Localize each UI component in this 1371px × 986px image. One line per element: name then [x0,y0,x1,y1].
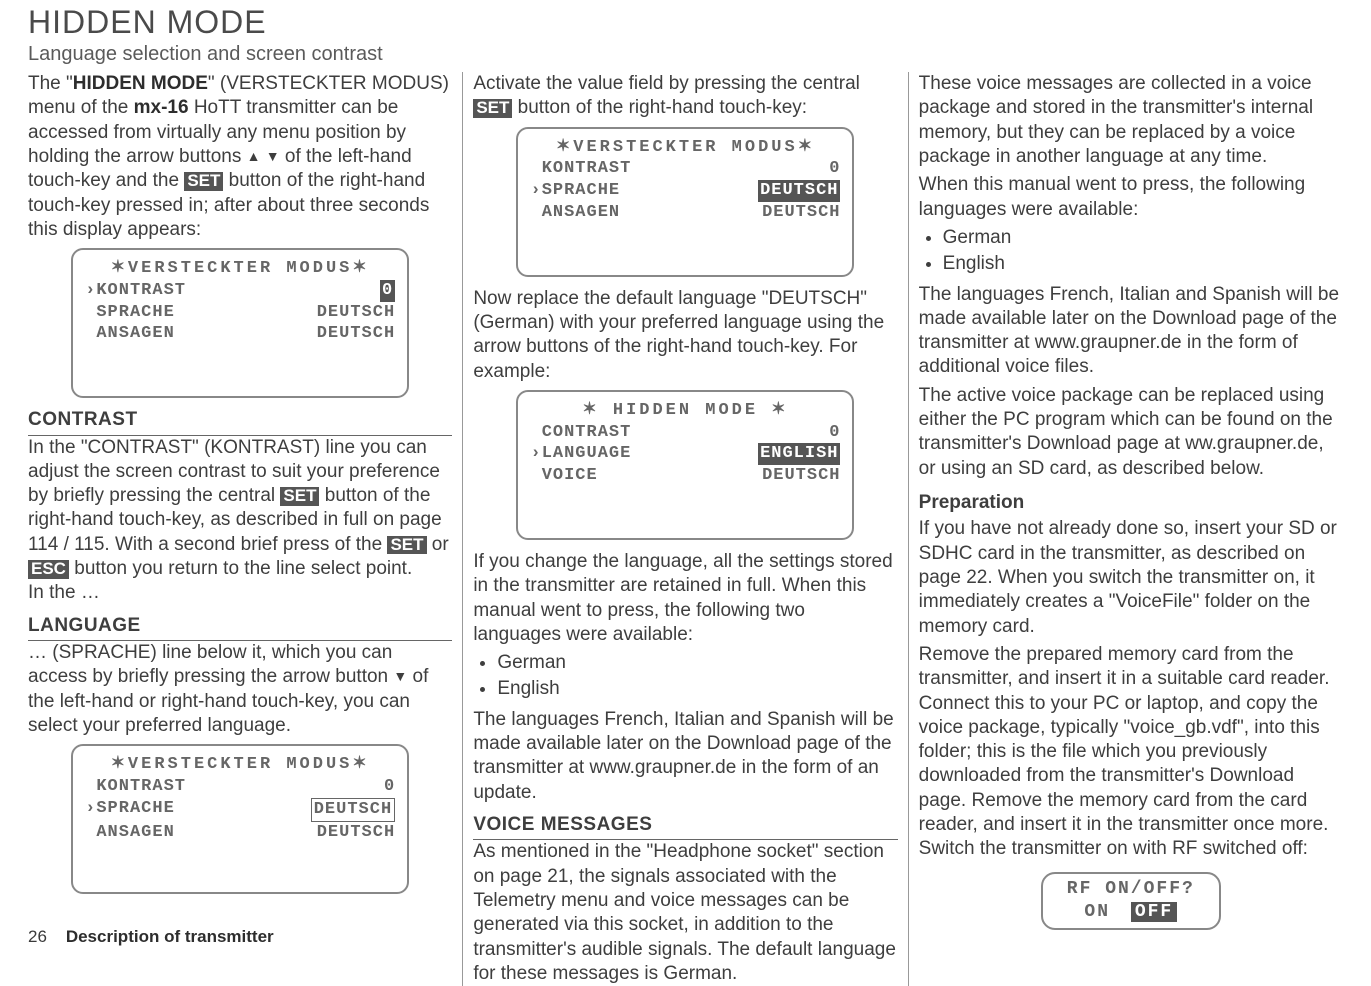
set-key-icon: SET [473,99,512,118]
rf-dialog: RF ON/OFF? ON OFF [1041,872,1221,930]
paragraph: Activate the value field by pressing the… [473,72,897,121]
lcd-screen-2: ✶VERSTECKTER MODUS✶ KONTRAST 0 ›SPRACHE DE… [71,744,409,894]
text: … (SPRACHE) line below it, which you can… [28,642,393,687]
paragraph: The active voice package can be replaced… [919,384,1343,481]
paragraph: These voice messages are collected in a … [919,72,1343,169]
text: Activate the value field by pressing the… [473,73,860,94]
text: In the … [28,581,452,605]
column-1: The "HIDDEN MODE" (VERSTECKTER MODUS) me… [28,72,462,986]
language-paragraph: … (SPRACHE) line below it, which you can… [28,641,452,738]
text: The " [28,73,73,94]
row-value: 0 [829,422,840,444]
set-key-icon: SET [184,172,223,191]
list-item: German [497,651,897,675]
row-value: DEUTSCH [317,822,395,844]
page-subtitle: Language selection and screen contrast [28,43,1343,66]
manual-page: HIDDEN MODE Language selection and scree… [0,0,1371,957]
contrast-paragraph: In the "CONTRAST" (KONTRAST) line you ca… [28,436,452,582]
down-arrow-icon: ▼ [266,148,280,166]
row-label: ANSAGEN [85,822,175,844]
row-label: KONTRAST [96,281,186,300]
row-label: CONTRAST [530,422,631,444]
screen-title: ✶VERSTECKTER MODUS✶ [556,137,815,159]
cursor-icon: › [85,799,96,818]
down-arrow-icon: ▼ [393,668,407,686]
row-label: KONTRAST [85,776,186,798]
paragraph: When this manual went to press, the foll… [919,173,1343,222]
row-label: SPRACHE [96,799,174,818]
esc-key-icon: ESC [28,560,69,579]
row-value: 0 [384,776,395,798]
row-value: ENGLISH [758,443,840,465]
row-value: DEUTSCH [317,302,395,324]
paragraph: Remove the prepared memory card from the… [919,643,1343,862]
paragraph: The languages French, Italian and Spanis… [919,283,1343,380]
language-list: German English [919,226,1343,277]
lcd-screen-1: ✶VERSTECKTER MODUS✶ ›KONTRAST 0 SPRACHE DE… [71,248,409,398]
page-number: 26 [28,927,47,946]
language-heading: LANGUAGE [28,614,452,641]
row-label: KONTRAST [530,158,631,180]
cursor-icon: › [530,181,541,200]
cursor-icon: › [530,444,541,463]
rf-question: RF ON/OFF? [1051,878,1211,901]
list-item: German [943,226,1343,250]
row-value: DEUTSCH [762,465,840,487]
voice-heading: VOICE MESSAGES [473,813,897,840]
rf-off-option: OFF [1131,902,1177,922]
row-value: DEUTSCH [311,798,395,822]
paragraph: If you have not already done so, insert … [919,517,1343,639]
list-item: English [497,677,897,701]
row-label: ANSAGEN [85,323,175,345]
text: or [427,534,449,555]
paragraph: Now replace the default language "DEUTSC… [473,287,897,384]
footer-text: Description of transmitter [66,927,274,946]
lcd-screen-3: ✶VERSTECKTER MODUS✶ KONTRAST 0 ›SPRACHE DE… [516,127,854,277]
row-value: DEUTSCH [317,323,395,345]
row-value: DEUTSCH [758,180,840,202]
columns: The "HIDDEN MODE" (VERSTECKTER MODUS) me… [28,72,1343,986]
row-value: 0 [380,280,395,302]
text: button you return to the line select poi… [69,558,412,579]
row-label: LANGUAGE [542,444,632,463]
row-value: DEUTSCH [762,202,840,224]
set-key-icon: SET [280,487,319,506]
text: button of the right-hand touch-key: [512,97,807,118]
row-label: SPRACHE [542,181,620,200]
row-label: ANSAGEN [530,202,620,224]
page-title: HIDDEN MODE [28,4,1343,41]
language-list: German English [473,651,897,702]
lcd-screen-4: ✶ HIDDEN MODE ✶ CONTRAST 0 ›LANGUAGE ENGLI… [516,390,854,540]
column-3: These voice messages are collected in a … [909,72,1343,986]
paragraph: The languages French, Italian and Spanis… [473,708,897,805]
row-label: VOICE [530,465,597,487]
preparation-heading: Preparation [919,491,1343,515]
row-value: 0 [829,158,840,180]
paragraph: If you change the language, all the sett… [473,550,897,647]
list-item: English [943,252,1343,276]
screen-title: ✶VERSTECKTER MODUS✶ [111,754,370,776]
screen-title: ✶VERSTECKTER MODUS✶ [111,258,370,280]
screen-title: ✶ HIDDEN MODE ✶ [582,400,788,422]
rf-on-option: ON [1084,902,1110,922]
mx16-label: mx-16 [134,97,189,118]
row-label: SPRACHE [85,302,175,324]
cursor-icon: › [85,281,96,300]
column-2: Activate the value field by pressing the… [462,72,908,986]
up-arrow-icon: ▲ [247,148,261,166]
set-key-icon: SET [387,536,426,555]
hidden-mode-label: HIDDEN MODE [73,73,208,94]
page-footer: 26 Description of transmitter [28,927,274,947]
intro-paragraph: The "HIDDEN MODE" (VERSTECKTER MODUS) me… [28,72,452,242]
paragraph: As mentioned in the "Headphone socket" s… [473,840,897,986]
contrast-heading: CONTRAST [28,408,452,435]
